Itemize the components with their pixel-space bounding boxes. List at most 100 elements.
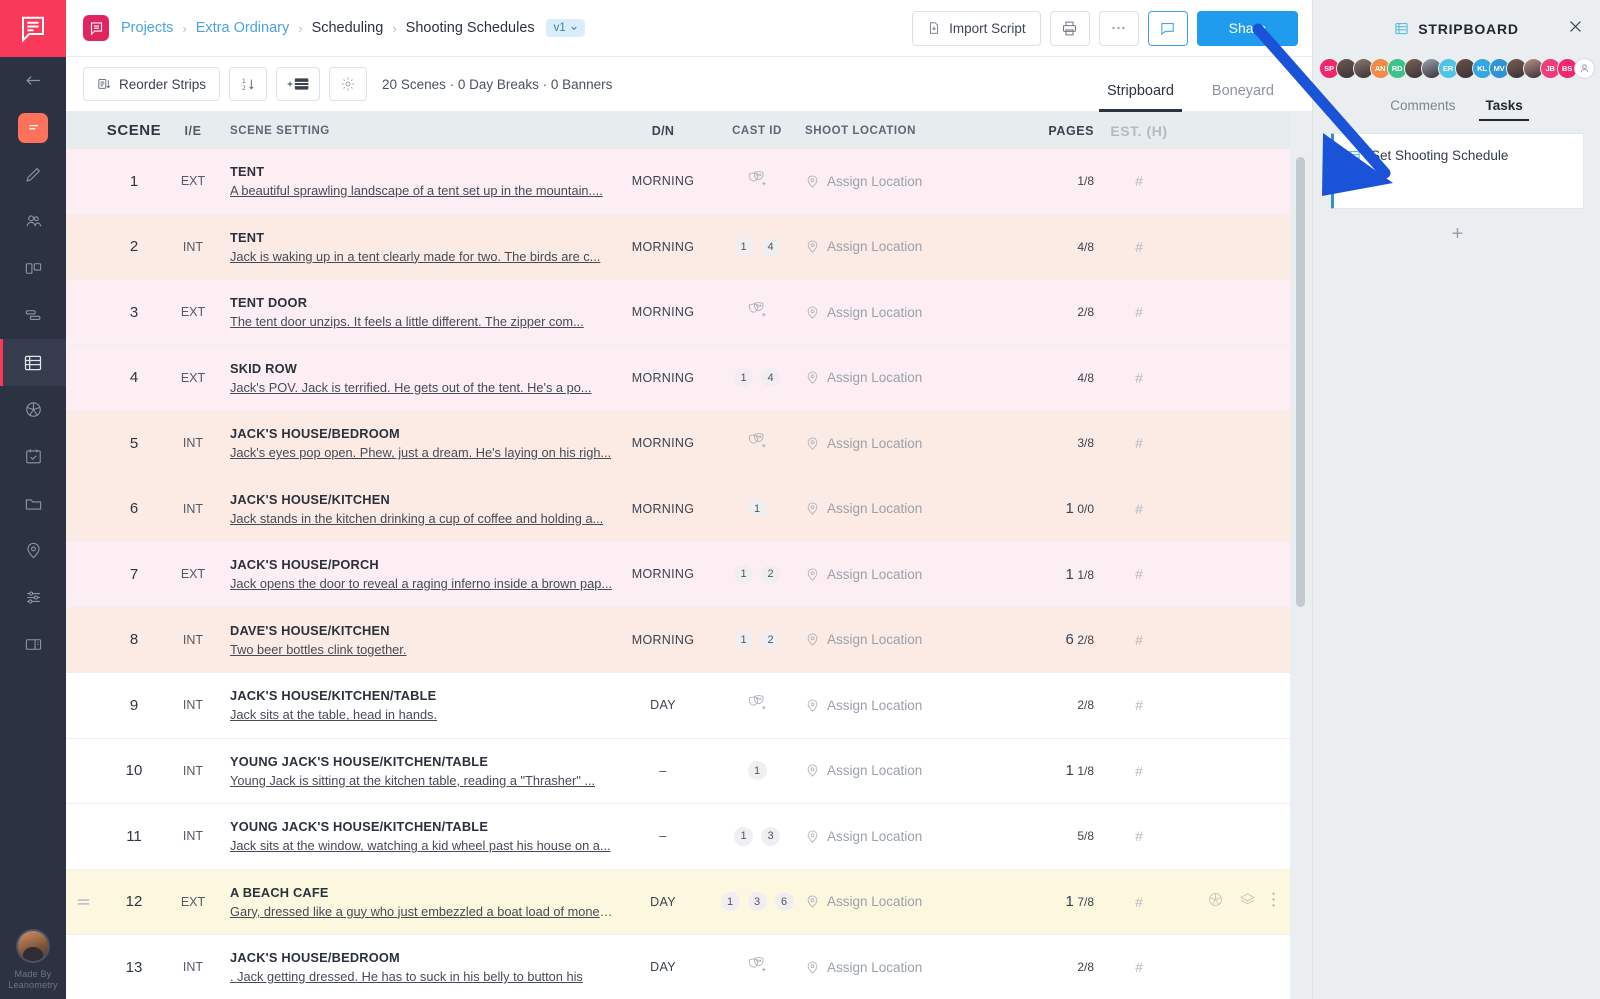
sidebar-item-script[interactable] <box>0 104 66 151</box>
table-row[interactable]: 8 INT DAVE'S HOUSE/KITCHEN Two beer bott… <box>66 607 1290 673</box>
scene-setting-cell[interactable]: JACK'S HOUSE/KITCHEN/TABLE Jack sits at … <box>218 688 617 722</box>
cast-id-chip[interactable]: 2 <box>761 564 780 584</box>
day-night[interactable]: DAY <box>617 960 709 974</box>
day-night[interactable]: MORNING <box>617 174 709 188</box>
cast-id-chip[interactable]: 3 <box>761 826 780 846</box>
est-hours-cell[interactable]: # <box>1100 566 1178 582</box>
cast-id-chip[interactable]: 1 <box>720 892 740 912</box>
add-strip-button[interactable] <box>276 67 321 101</box>
reorder-strips-button[interactable]: Reorder Strips <box>83 67 221 101</box>
interior-exterior[interactable]: INT <box>168 436 218 450</box>
add-cast-masks-icon[interactable] <box>746 955 768 980</box>
sidebar-item-breakdown[interactable] <box>0 292 66 339</box>
interior-exterior[interactable]: INT <box>168 764 218 778</box>
sidebar-item-collapse[interactable] <box>0 57 66 104</box>
day-night[interactable]: DAY <box>617 895 709 909</box>
sort-button[interactable]: 1 2 <box>229 67 268 101</box>
cast-id-chip[interactable]: 1 <box>734 368 753 388</box>
interior-exterior[interactable]: EXT <box>168 174 218 188</box>
scene-setting-cell[interactable]: JACK'S HOUSE/PORCH Jack opens the door t… <box>218 557 617 591</box>
drag-handle[interactable] <box>66 896 100 908</box>
scene-setting-cell[interactable]: A BEACH CAFE Gary, dressed like a guy wh… <box>218 885 617 919</box>
est-hours-cell[interactable]: # <box>1100 304 1178 320</box>
cast-id-chip[interactable]: 3 <box>747 892 767 912</box>
table-row[interactable]: 2 INT TENT Jack is waking up in a tent c… <box>66 214 1290 280</box>
day-night[interactable]: MORNING <box>617 371 709 385</box>
settings-button[interactable] <box>329 67 368 101</box>
pages-cell[interactable]: 2/8 <box>1020 305 1100 319</box>
sidebar-item-cast[interactable] <box>0 198 66 245</box>
print-button[interactable] <box>1049 10 1090 46</box>
pages-cell[interactable]: 1/8 <box>1020 174 1100 188</box>
day-night[interactable]: MORNING <box>617 502 709 516</box>
pages-cell[interactable]: 5/8 <box>1020 829 1100 843</box>
add-task-button[interactable]: + <box>1331 209 1584 246</box>
sidebar-item-storyboard[interactable] <box>0 245 66 292</box>
est-hours-cell[interactable]: # <box>1100 501 1178 517</box>
table-row[interactable]: 9 INT JACK'S HOUSE/KITCHEN/TABLE Jack si… <box>66 673 1290 739</box>
table-row[interactable]: 4 EXT SKID ROW Jack's POV. Jack is terri… <box>66 345 1290 411</box>
sidebar-item-reports[interactable] <box>0 621 66 668</box>
scrollbar-thumb[interactable] <box>1296 157 1305 607</box>
table-row[interactable]: 11 INT YOUNG JACK'S HOUSE/KITCHEN/TABLE … <box>66 804 1290 870</box>
cast-id-chip[interactable]: 1 <box>734 564 753 584</box>
tab-tasks[interactable]: Tasks <box>1479 98 1530 121</box>
pages-cell[interactable]: 1 0/0 <box>1020 500 1100 517</box>
cast-id-chip[interactable]: 4 <box>761 368 780 388</box>
table-row[interactable]: 7 EXT JACK'S HOUSE/PORCH Jack opens the … <box>66 542 1290 608</box>
cast-id-chip[interactable]: 1 <box>747 499 767 519</box>
breadcrumb-item-scheduling[interactable]: Scheduling <box>312 20 384 36</box>
interior-exterior[interactable]: INT <box>168 502 218 516</box>
version-selector[interactable]: v1 <box>545 19 585 37</box>
assign-location-button[interactable]: Assign Location <box>805 698 1020 713</box>
table-row[interactable]: 12 EXT A BEACH CAFE Gary, dressed like a… <box>66 869 1290 935</box>
scene-setting-cell[interactable]: SKID ROW Jack's POV. Jack is terrified. … <box>218 361 617 395</box>
add-cast-masks-icon[interactable] <box>746 300 768 325</box>
pages-cell[interactable]: 1 1/8 <box>1020 762 1100 779</box>
sidebar-item-preferences[interactable] <box>0 574 66 621</box>
table-row[interactable]: 13 INT JACK'S HOUSE/BEDROOM . Jack getti… <box>66 935 1290 999</box>
scene-setting-cell[interactable]: JACK'S HOUSE/BEDROOM Jack's eyes pop ope… <box>218 426 617 460</box>
day-night[interactable]: MORNING <box>617 633 709 647</box>
assign-location-button[interactable]: Assign Location <box>805 829 1020 844</box>
pages-cell[interactable]: 4/8 <box>1020 371 1100 385</box>
day-night[interactable]: DAY <box>617 698 709 712</box>
task-card[interactable]: Set Shooting Schedule <box>1331 133 1584 209</box>
cast-id-chip[interactable]: 1 <box>734 237 753 257</box>
sidebar-item-scheduling[interactable] <box>0 339 66 386</box>
est-hours-cell[interactable]: # <box>1100 828 1178 844</box>
est-hours-cell[interactable]: # <box>1100 173 1178 189</box>
est-hours-cell[interactable]: # <box>1100 959 1178 975</box>
layers-icon[interactable] <box>1238 891 1257 913</box>
scene-setting-cell[interactable]: TENT Jack is waking up in a tent clearly… <box>218 230 617 264</box>
interior-exterior[interactable]: INT <box>168 960 218 974</box>
day-night[interactable]: – <box>617 764 709 778</box>
scene-setting-cell[interactable]: JACK'S HOUSE/KITCHEN Jack stands in the … <box>218 492 617 526</box>
sidebar-item-write[interactable] <box>0 151 66 198</box>
assign-location-button[interactable]: Assign Location <box>805 305 1020 320</box>
tab-comments[interactable]: Comments <box>1390 98 1455 121</box>
assign-location-button[interactable]: Assign Location <box>805 960 1020 975</box>
table-row[interactable]: 1 EXT TENT A beautiful sprawling landsca… <box>66 149 1290 215</box>
app-logo[interactable] <box>0 0 66 57</box>
aperture-icon[interactable] <box>1207 891 1224 913</box>
breadcrumb-item-shooting-schedules[interactable]: Shooting Schedules <box>406 20 535 36</box>
interior-exterior[interactable]: INT <box>168 240 218 254</box>
scene-setting-cell[interactable]: YOUNG JACK'S HOUSE/KITCHEN/TABLE Jack si… <box>218 819 617 853</box>
scene-setting-cell[interactable]: DAVE'S HOUSE/KITCHEN Two beer bottles cl… <box>218 623 617 657</box>
tab-boneyard[interactable]: Boneyard <box>1212 83 1274 112</box>
add-collaborator-button[interactable] <box>1573 58 1595 79</box>
interior-exterior[interactable]: INT <box>168 633 218 647</box>
interior-exterior[interactable]: EXT <box>168 305 218 319</box>
assign-location-button[interactable]: Assign Location <box>805 370 1020 385</box>
est-hours-cell[interactable]: # <box>1100 894 1178 910</box>
scene-setting-cell[interactable]: TENT A beautiful sprawling landscape of … <box>218 164 617 198</box>
import-script-button[interactable]: Import Script <box>912 10 1041 46</box>
cast-id-chip[interactable]: 2 <box>761 630 780 650</box>
add-cast-masks-icon[interactable] <box>746 693 768 718</box>
est-hours-cell[interactable]: # <box>1100 763 1178 779</box>
pages-cell[interactable]: 2/8 <box>1020 698 1100 712</box>
interior-exterior[interactable]: EXT <box>168 371 218 385</box>
assign-location-button[interactable]: Assign Location <box>805 567 1020 582</box>
user-avatar[interactable] <box>16 928 50 963</box>
